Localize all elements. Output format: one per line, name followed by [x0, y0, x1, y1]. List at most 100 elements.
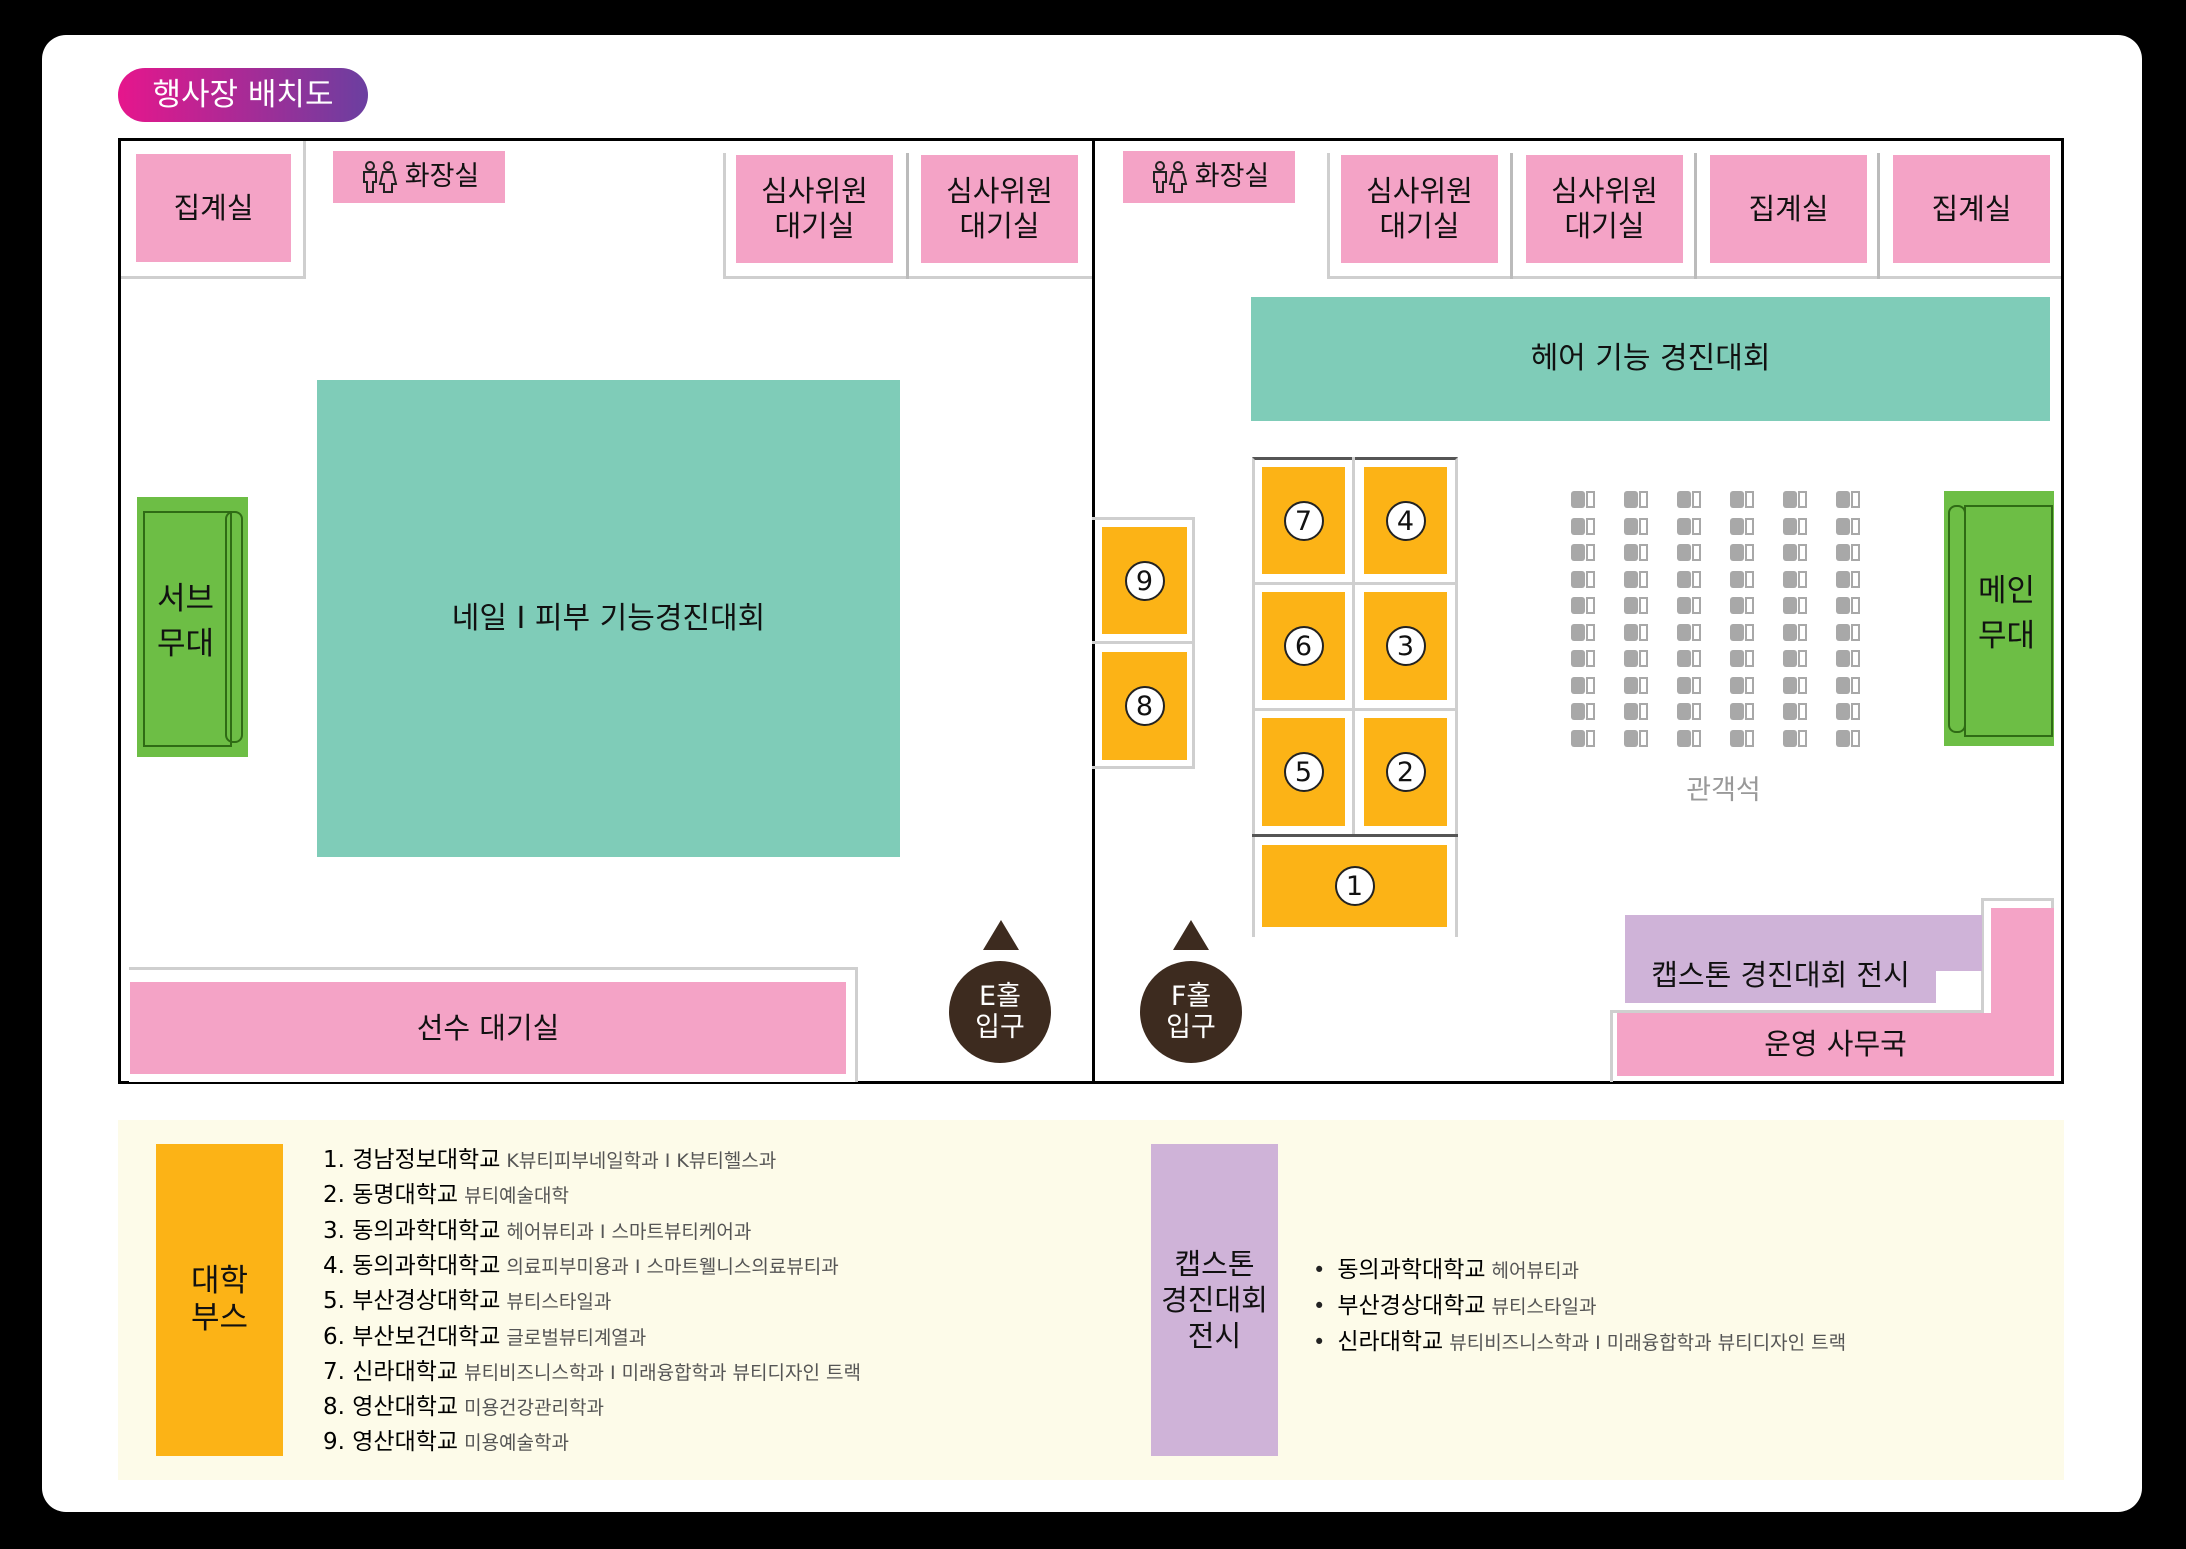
audience-seat — [1624, 491, 1648, 508]
judges-room-f2: 심사위원 대기실 — [1526, 155, 1683, 263]
booth-2[interactable]: 2 — [1364, 718, 1447, 826]
audience-seat — [1730, 544, 1754, 561]
audience-seat — [1783, 676, 1807, 694]
booth-number: 6 — [1283, 626, 1324, 666]
booth-number: 5 — [1283, 752, 1324, 792]
audience-seat — [1571, 703, 1595, 720]
university-booth-label: 대학 부스 — [156, 1144, 283, 1456]
audience-seat — [1730, 650, 1754, 667]
booth-3[interactable]: 3 — [1364, 592, 1447, 700]
audience-seat — [1677, 676, 1701, 694]
judges-room-e2: 심사위원 대기실 — [921, 155, 1078, 263]
audience-label: 관객석 — [1686, 775, 1761, 806]
audience-seat — [1730, 703, 1754, 720]
booth-number: 4 — [1385, 500, 1426, 541]
judges-room-f1: 심사위원 대기실 — [1341, 155, 1498, 263]
restroom-icon — [362, 161, 398, 193]
booth-9[interactable]: 9 — [1102, 527, 1187, 634]
booth-number: 7 — [1283, 500, 1324, 541]
audience-seat — [1571, 491, 1595, 508]
audience-seat — [1730, 597, 1754, 614]
booth-number: 9 — [1124, 560, 1165, 601]
audience-seat — [1836, 729, 1860, 747]
booth-5[interactable]: 5 — [1262, 718, 1345, 826]
audience-seat — [1571, 517, 1595, 535]
audience-seat — [1571, 650, 1595, 667]
audience-seat — [1677, 517, 1701, 535]
audience-seat — [1624, 650, 1648, 667]
booth-6[interactable]: 6 — [1262, 592, 1345, 700]
audience-seat — [1677, 597, 1701, 614]
audience-seat — [1730, 570, 1754, 588]
audience-seat — [1836, 650, 1860, 667]
audience-seat — [1836, 544, 1860, 561]
audience-seat — [1571, 729, 1595, 747]
capstone-item: • 동의과학대학교 헤어뷰티과 — [1313, 1257, 1579, 1283]
audience-seat — [1571, 597, 1595, 614]
audience-seat — [1624, 703, 1648, 720]
audience-seat — [1783, 517, 1807, 535]
restroom-e: 화장실 — [333, 151, 505, 203]
entrance-arrow-icon — [983, 920, 1019, 950]
audience-seat — [1624, 544, 1648, 561]
university-booth-item: 1. 경남정보대학교 K뷰티피부네일학과 I K뷰티헬스과 — [323, 1147, 777, 1173]
audience-seat — [1571, 544, 1595, 561]
booth-8[interactable]: 8 — [1102, 652, 1187, 760]
player-waiting-room: 선수 대기실 — [130, 982, 846, 1074]
capstone-item: • 부산경상대학교 뷰티스타일과 — [1313, 1293, 1597, 1319]
main-stage-label: 메인 무대 — [1977, 573, 2036, 654]
audience-seat — [1624, 676, 1648, 694]
restroom-label: 화장실 — [1194, 160, 1270, 192]
audience-seat — [1677, 570, 1701, 588]
audience-seat — [1783, 544, 1807, 561]
booth-7[interactable]: 7 — [1262, 467, 1345, 574]
hair-competition-area: 헤어 기능 경진대회 — [1251, 297, 2050, 421]
audience-seat — [1836, 623, 1860, 641]
audience-seat — [1677, 623, 1701, 641]
audience-seat — [1571, 570, 1595, 588]
judges-room-e1: 심사위원 대기실 — [736, 155, 893, 263]
booth-1[interactable]: 1 — [1262, 845, 1447, 927]
university-booth-item: 6. 부산보건대학교 글로벌뷰티계열과 — [323, 1323, 647, 1350]
audience-seat — [1730, 517, 1754, 535]
sub-stage-label: 서브 무대 — [156, 581, 215, 662]
audience-seat — [1624, 597, 1648, 614]
university-booth-item: 9. 영산대학교 미용예술학과 — [323, 1429, 569, 1456]
audience-seat — [1571, 676, 1595, 694]
audience-seat — [1677, 544, 1701, 561]
tally-room-f1: 집계실 — [1710, 155, 1867, 263]
university-booth-item: 3. 동의과학대학교 헤어뷰티과 I 스마트뷰티케어과 — [323, 1217, 752, 1244]
nail-skin-competition-area: 네일 I 피부 기능경진대회 — [317, 380, 900, 857]
audience-seat — [1836, 703, 1860, 720]
booth-number: 1 — [1334, 866, 1375, 906]
booth-4[interactable]: 4 — [1364, 467, 1447, 574]
audience-seat — [1783, 729, 1807, 747]
entrance-e[interactable]: E홀 입구 — [949, 961, 1051, 1063]
university-booth-item: 5. 부산경상대학교 뷰티스타일과 — [323, 1288, 612, 1315]
audience-seat — [1677, 491, 1701, 508]
audience-seat — [1836, 570, 1860, 588]
audience-seat — [1677, 729, 1701, 747]
capstone-label: 캡스톤 경진대회 전시 — [1151, 1144, 1278, 1456]
audience-seat — [1624, 623, 1648, 641]
audience-seat — [1783, 650, 1807, 667]
audience-seat — [1730, 676, 1754, 694]
audience-seating — [1571, 491, 1876, 756]
university-booth-item: 8. 영산대학교 미용건강관리학과 — [323, 1394, 604, 1421]
audience-seat — [1783, 703, 1807, 720]
audience-seat — [1783, 597, 1807, 614]
tally-room-e: 집계실 — [136, 154, 291, 262]
operations-office: 운영 사무국 — [1617, 1013, 2054, 1076]
capstone-item: • 신라대학교 뷰티비즈니스학과 I 미래융합학과 뷰티디자인 트랙 — [1313, 1329, 1847, 1355]
main-stage: 메인 무대 — [1944, 491, 2054, 746]
legend-panel: 대학 부스 1. 경남정보대학교 K뷰티피부네일학과 I K뷰티헬스과 2. 동명… — [118, 1120, 2064, 1480]
booth-number: 2 — [1385, 752, 1426, 792]
audience-seat — [1624, 570, 1648, 588]
booth-number: 3 — [1385, 626, 1426, 666]
booth-number: 8 — [1124, 686, 1165, 726]
audience-seat — [1677, 703, 1701, 720]
sub-stage: 서브 무대 — [137, 497, 248, 757]
entrance-f[interactable]: F홀 입구 — [1140, 961, 1242, 1063]
capstone-exhibition: 캡스톤 경진대회 전시 — [1625, 947, 1936, 1003]
audience-seat — [1730, 729, 1754, 747]
